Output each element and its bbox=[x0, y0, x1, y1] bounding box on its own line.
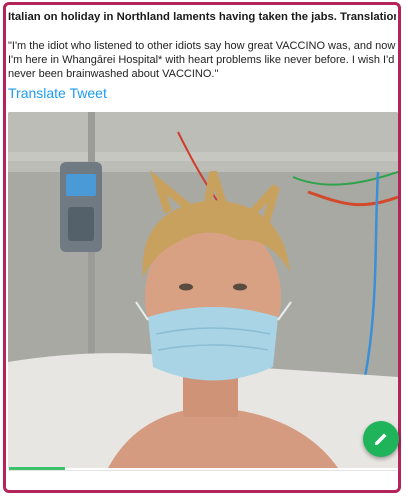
tweet: Italian on holiday in Northland laments … bbox=[8, 10, 396, 102]
tweet-photo[interactable] bbox=[8, 112, 398, 468]
left-eye bbox=[179, 283, 193, 291]
right-eye bbox=[233, 283, 247, 291]
iv-pump-panel bbox=[68, 207, 94, 241]
tweet-body: "I'm the idiot who listened to other idi… bbox=[8, 40, 396, 80]
hospital-selfie-illustration bbox=[8, 112, 398, 468]
compose-button[interactable] bbox=[363, 421, 399, 457]
translate-tweet-link[interactable]: Translate Tweet bbox=[8, 84, 396, 102]
iv-pump-display bbox=[66, 174, 96, 196]
tweet-headline: Italian on holiday in Northland laments … bbox=[8, 11, 396, 23]
divider bbox=[9, 470, 397, 471]
face-mask bbox=[148, 307, 278, 381]
wall-rail bbox=[8, 152, 398, 161]
pencil-icon bbox=[375, 433, 387, 445]
